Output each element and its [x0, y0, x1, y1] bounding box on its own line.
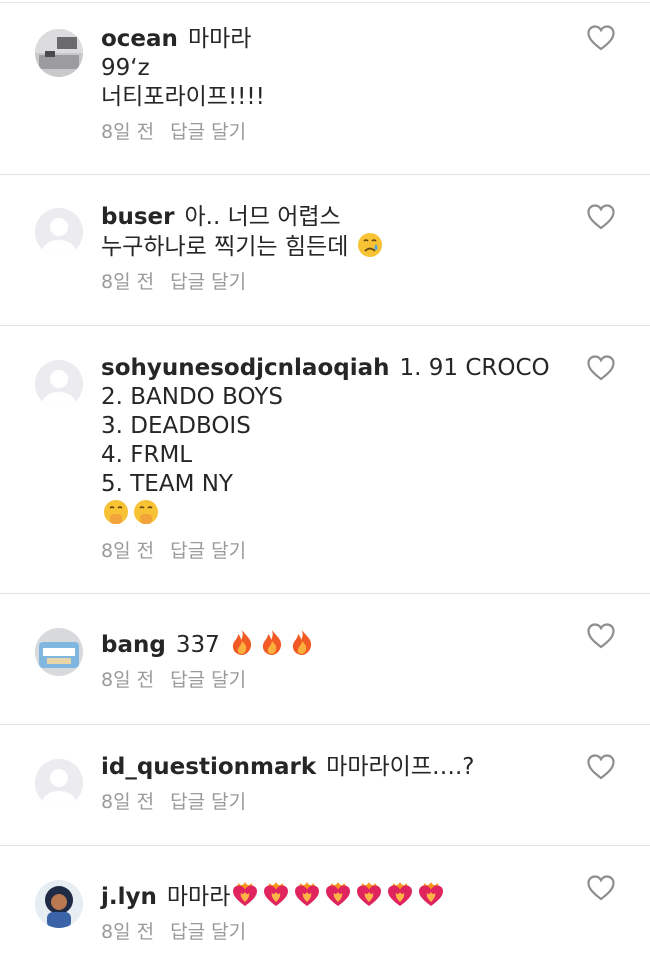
reply-button[interactable]: 답글 달기	[170, 791, 246, 813]
like-heart-icon[interactable]	[587, 355, 615, 381]
hand-over-mouth-icon	[104, 500, 128, 524]
comment-item: ocean 마마라 99‘z 너티포라이프!!!! 8일 전 답글 달기	[0, 3, 650, 175]
default-avatar-icon	[35, 759, 83, 807]
comment-username[interactable]: buser	[101, 204, 174, 230]
comment-timestamp: 8일 전	[101, 669, 155, 691]
comment-timestamp: 8일 전	[101, 540, 155, 562]
comment-item: id_questionmark 마마라이프….? 8일 전 답글 달기	[0, 725, 650, 846]
comment-text: 누구하나로 찍기는 힘든데	[101, 234, 349, 260]
hand-over-mouth-icon	[134, 500, 158, 524]
comment-text: 아.. 너므 어렵스	[184, 204, 341, 230]
reply-button[interactable]: 답글 달기	[170, 271, 246, 293]
comment-text: 2. BANDO BOYS	[101, 384, 283, 410]
default-avatar-icon	[35, 360, 83, 408]
like-heart-icon[interactable]	[587, 875, 615, 901]
heart-on-fire-icon	[295, 882, 320, 906]
comment-text: 마마라	[187, 26, 252, 52]
default-avatar-icon	[35, 208, 83, 256]
comment-text: 마마라이프….?	[326, 754, 475, 780]
comment-username[interactable]: j.lyn	[101, 884, 157, 910]
like-heart-icon[interactable]	[587, 25, 615, 51]
heart-on-fire-icon	[388, 882, 413, 906]
photo-room-avatar-icon	[35, 29, 83, 77]
comment-text: 4. FRML	[101, 442, 193, 468]
crying-face-icon	[357, 233, 382, 257]
comment-username[interactable]: sohyunesodjcnlaoqiah	[101, 355, 390, 381]
comment-text: 3. DEADBOIS	[101, 413, 251, 439]
fire-icon	[232, 630, 252, 655]
like-heart-icon[interactable]	[587, 204, 615, 230]
like-heart-icon[interactable]	[587, 754, 615, 780]
comment-timestamp: 8일 전	[101, 121, 155, 143]
heart-on-fire-icon	[264, 882, 289, 906]
avatar[interactable]	[35, 29, 83, 77]
heart-on-fire-icon	[357, 882, 382, 906]
illustrated-avatar-icon	[35, 880, 83, 928]
avatar[interactable]	[35, 628, 83, 676]
reply-button[interactable]: 답글 달기	[170, 121, 246, 143]
comment-text: 너티포라이프!!!!	[101, 84, 265, 110]
heart-on-fire-icon	[233, 882, 258, 906]
avatar[interactable]	[35, 208, 83, 256]
comment-item: j.lyn 마마라 8일 전 답글 달기	[0, 846, 650, 974]
avatar[interactable]	[35, 360, 83, 408]
heart-on-fire-icon	[326, 882, 351, 906]
comment-timestamp: 8일 전	[101, 791, 155, 813]
comment-text: 마마라	[166, 884, 231, 910]
avatar[interactable]	[35, 759, 83, 807]
fire-icon	[262, 630, 282, 655]
reply-button[interactable]: 답글 달기	[170, 921, 246, 943]
comment-item: buser 아.. 너므 어렵스 누구하나로 찍기는 힘든데 8일 전 답글 달기	[0, 175, 650, 326]
comment-text: 99‘z	[101, 55, 150, 81]
like-heart-icon[interactable]	[587, 623, 615, 649]
reply-button[interactable]: 답글 달기	[170, 540, 246, 562]
snack-avatar-icon	[35, 628, 83, 676]
comment-item: bang 337 8일 전 답글 달기	[0, 594, 650, 725]
avatar[interactable]	[35, 880, 83, 928]
comment-username[interactable]: ocean	[101, 26, 178, 52]
comment-username[interactable]: id_questionmark	[101, 754, 316, 780]
comment-item: sohyunesodjcnlaoqiah 1. 91 CROCO 2. BANDO…	[0, 326, 650, 594]
comment-timestamp: 8일 전	[101, 271, 155, 293]
reply-button[interactable]: 답글 달기	[170, 669, 246, 691]
comment-username[interactable]: bang	[101, 632, 166, 658]
heart-on-fire-icon	[419, 882, 444, 906]
fire-icon	[292, 630, 312, 655]
comment-text: 337	[175, 632, 220, 658]
comment-text: 1. 91 CROCO	[399, 355, 550, 381]
comment-timestamp: 8일 전	[101, 921, 155, 943]
comment-text: 5. TEAM NY	[101, 471, 233, 497]
comment-feed: ocean 마마라 99‘z 너티포라이프!!!! 8일 전 답글 달기 buser…	[0, 0, 650, 974]
emoji-row	[230, 882, 447, 910]
